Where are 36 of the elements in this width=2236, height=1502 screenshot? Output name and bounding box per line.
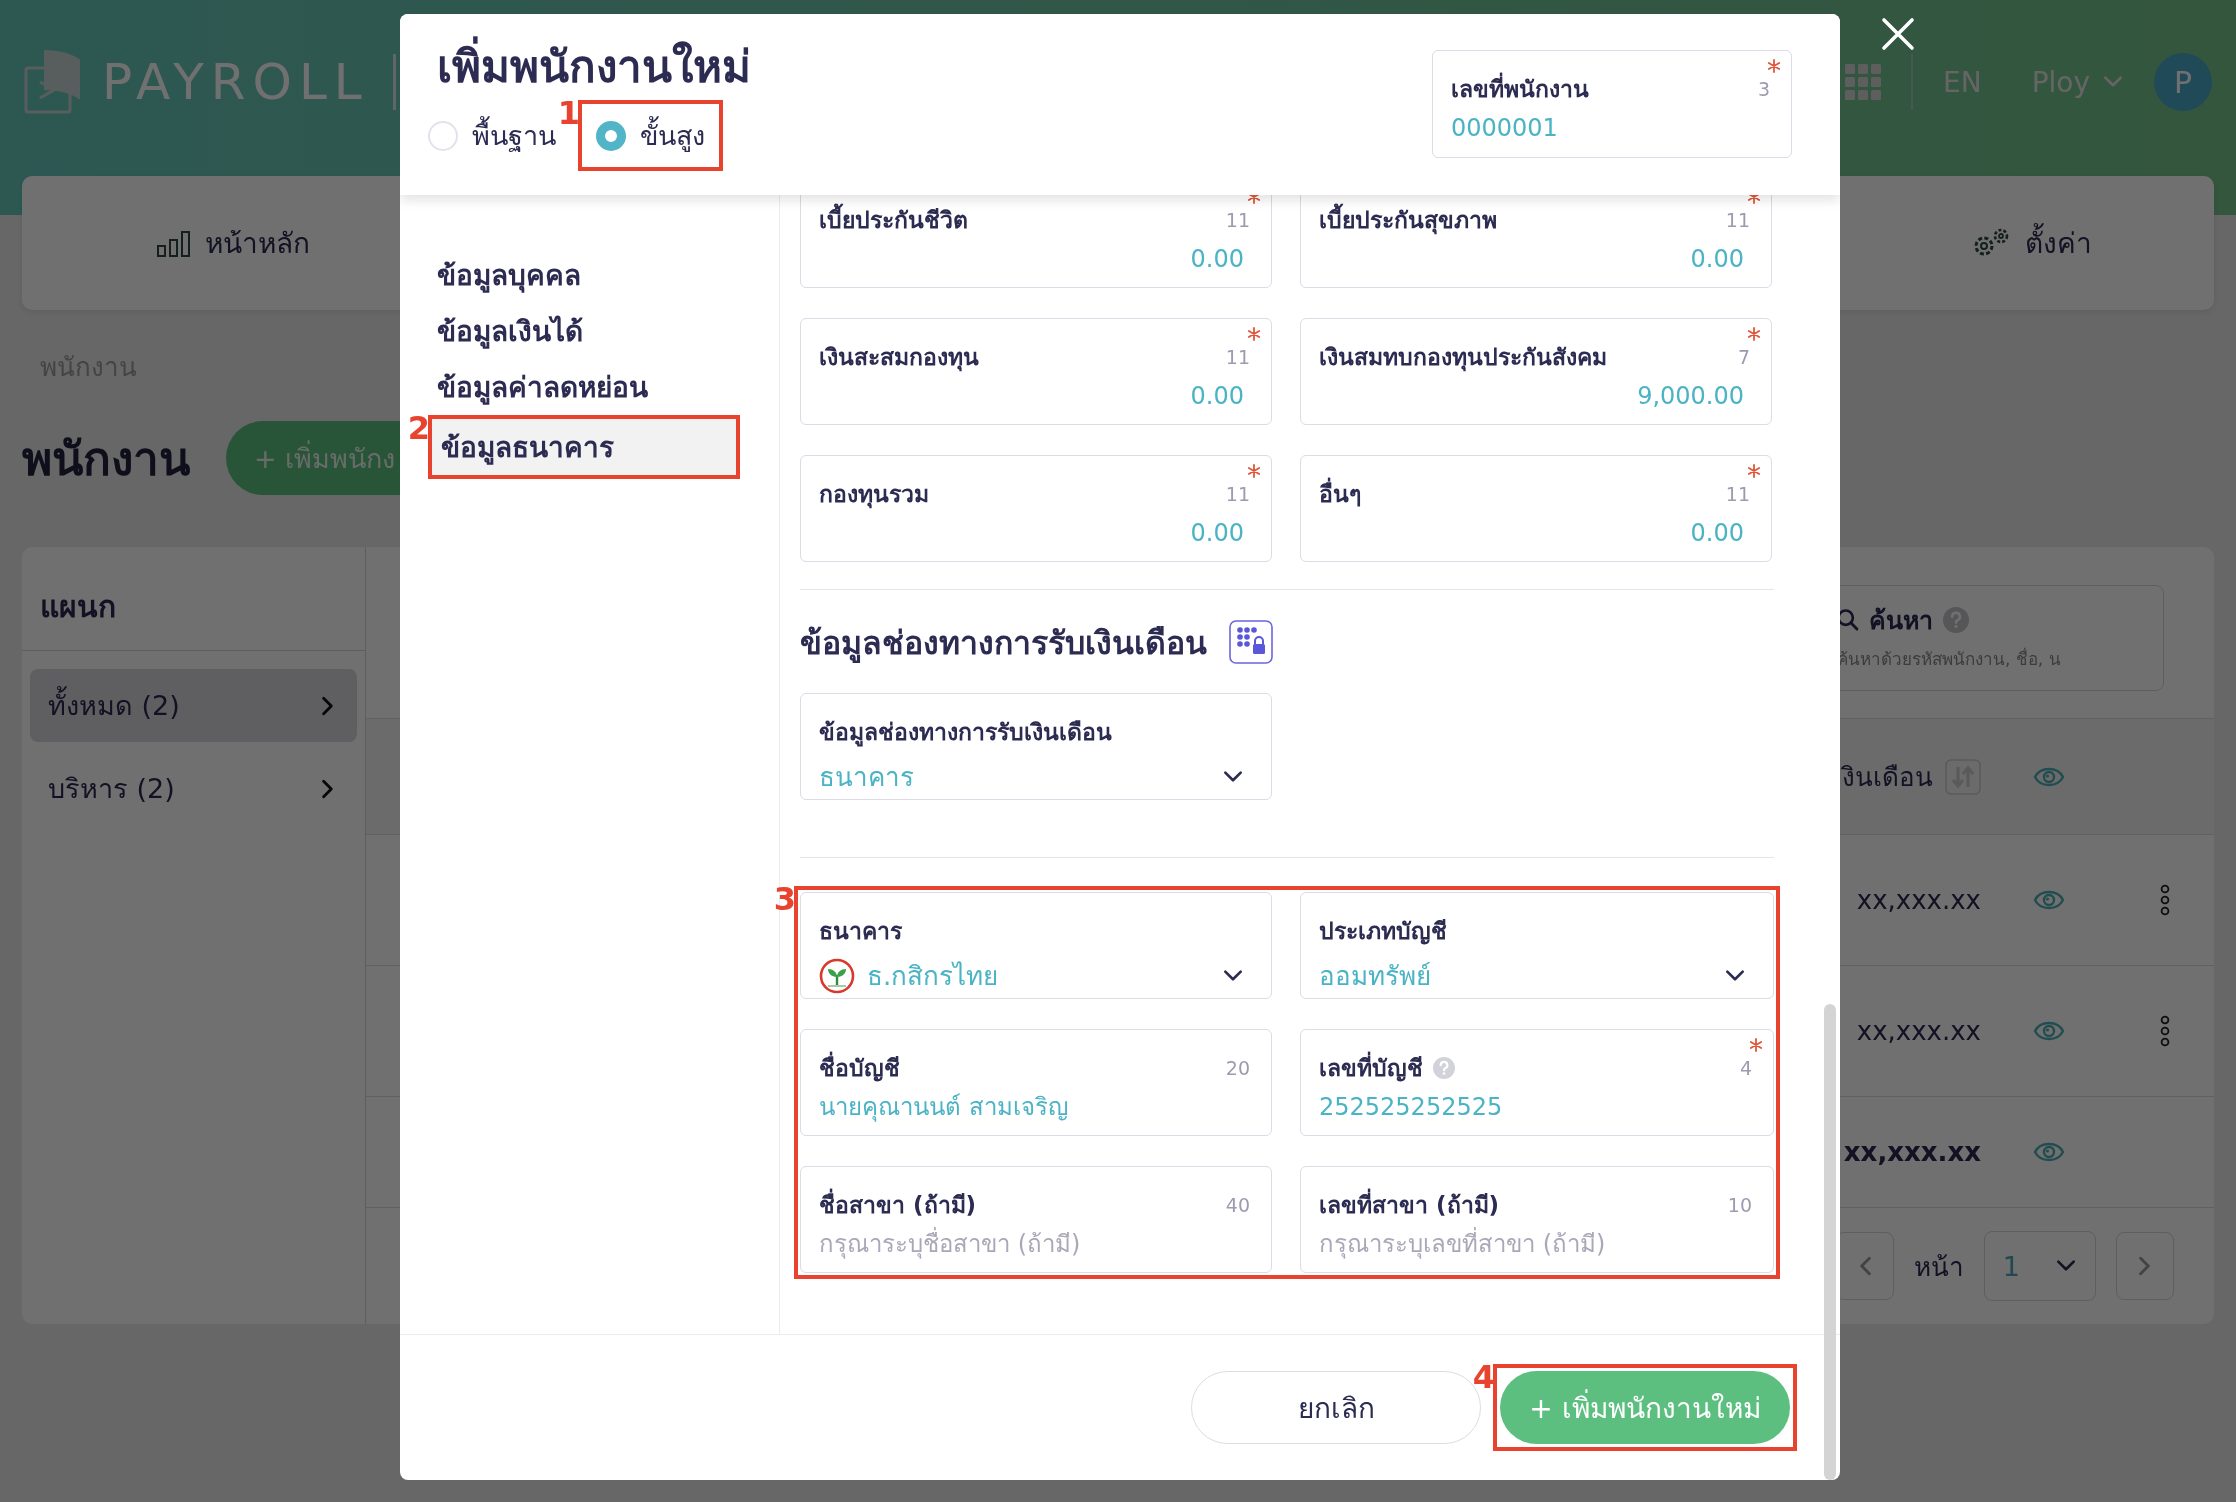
character-counter: 20: [1225, 1057, 1250, 1079]
field-label: กองทุนรวม: [819, 480, 929, 511]
character-counter: 11: [1225, 346, 1250, 368]
section-title: ข้อมูลช่องทางการรับเงินเดือน: [800, 622, 1207, 665]
character-counter: 10: [1727, 1194, 1752, 1216]
character-counter: 11: [1225, 209, 1250, 231]
field-label: อื่นๆ: [1319, 476, 1361, 512]
page-label: หน้า: [1914, 1250, 1964, 1284]
field-label: เลขที่สาขา (ถ้ามี): [1319, 1187, 1500, 1223]
field-label: ชื่อสาขา (ถ้ามี): [819, 1187, 977, 1223]
table-cell-text: xx,xxx.xx: [1855, 1016, 1981, 1046]
character-counter: 40: [1225, 1194, 1250, 1216]
field-label: เบี้ยประกันชีวิต: [819, 202, 968, 238]
field-label: เลขที่พนักงาน: [1451, 71, 1589, 107]
field-label: ประเภทบัญชี: [1319, 917, 1447, 947]
character-counter: 4: [1739, 1057, 1752, 1079]
character-counter: 11: [1725, 209, 1750, 231]
character-counter: 11: [1225, 483, 1250, 505]
logo-text: PAYROLL: [102, 53, 369, 111]
callout-number: 3: [773, 880, 796, 918]
field-label: เงินสะสมกองทุน: [819, 343, 979, 374]
character-counter: 3: [1757, 78, 1770, 100]
search-label: ค้นหา: [1869, 604, 1933, 637]
field-label: ชื่อบัญชี: [819, 1050, 900, 1086]
page-title: พนักงาน: [22, 430, 190, 488]
character-counter: 11: [1725, 483, 1750, 505]
field-label: เลขที่บัญชี: [1319, 1050, 1423, 1086]
field-label: เบี้ยประกันสุขภาพ: [1319, 202, 1497, 238]
panel-title: แผนก: [22, 547, 365, 651]
table-cell-text: xx,xxx.xx: [1842, 1137, 1981, 1167]
callout-number: 2: [407, 409, 430, 447]
field-label: ธนาคาร: [819, 917, 902, 946]
field-label: เงินสมทบกองทุนประกันสังคม: [1319, 343, 1607, 374]
character-counter: 7: [1737, 346, 1750, 368]
field-label: ข้อมูลช่องทางการรับเงินเดือน: [819, 718, 1112, 749]
table-cell-text: xx,xxx.xx: [1855, 885, 1981, 915]
